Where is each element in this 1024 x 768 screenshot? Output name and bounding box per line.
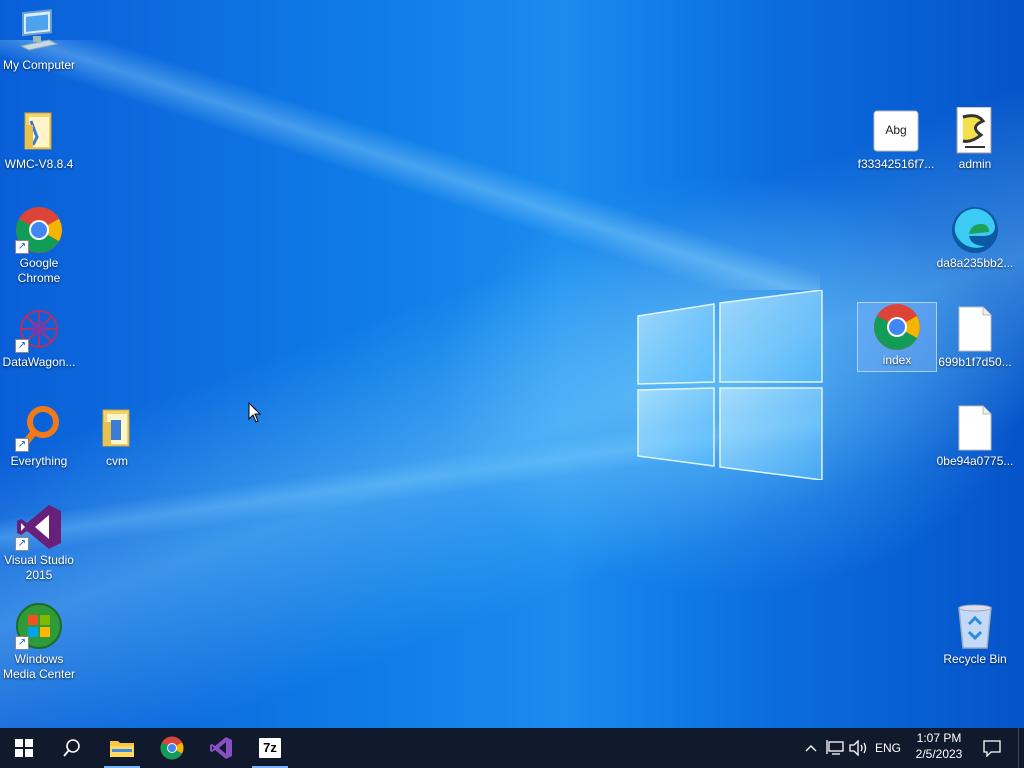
taskbar-visual-studio[interactable] [197, 728, 245, 768]
desktop-icon-file-699b[interactable]: 699b1f7d50... [936, 305, 1014, 370]
desktop-icon-recycle-bin[interactable]: Recycle Bin [936, 602, 1014, 667]
edge-icon [951, 206, 999, 254]
light-beam [0, 40, 820, 290]
search-icon [63, 739, 80, 757]
desktop-icon-windows-media-center[interactable]: ↗ Windows Media Center [0, 602, 78, 682]
blank-file-icon [951, 404, 999, 452]
magnifier-icon: ↗ [15, 404, 63, 452]
font-file-icon: Abg [872, 107, 920, 155]
desktop-icon-edge-file[interactable]: da8a235bb2... [936, 206, 1014, 271]
chrome-icon [160, 736, 184, 760]
icon-label: Windows Media Center [2, 652, 76, 681]
7zip-label: 7z [263, 740, 277, 755]
folder-icon [110, 741, 134, 757]
taskbar: 7z ENG 1:07 PM 2/5/2023 [0, 728, 1024, 768]
desktop-icon-wmc-folder[interactable]: WMC-V8.8.4 [0, 107, 78, 172]
icon-label: Everything [10, 454, 68, 468]
clock-time: 1:07 PM [916, 731, 962, 745]
visual-studio-icon [210, 737, 232, 759]
windows-logo-icon [15, 739, 33, 757]
desktop-icon-admin[interactable]: admin [936, 106, 1014, 172]
blank-file-icon [951, 305, 999, 353]
windows-wallpaper-logo [637, 290, 823, 480]
language-indicator: ENG [874, 741, 901, 755]
script-file-icon [951, 106, 999, 155]
folder-icon [93, 404, 141, 452]
windows-media-center-icon: ↗ [15, 602, 63, 650]
shortcut-arrow-icon: ↗ [15, 339, 29, 353]
desktop-icon-visual-studio[interactable]: ↗ Visual Studio 2015 [0, 503, 78, 583]
network-icon [826, 740, 844, 755]
icon-label: Google Chrome [17, 256, 61, 285]
taskbar-7zip[interactable]: 7z [246, 728, 294, 768]
icon-label: DataWagon... [2, 355, 76, 369]
desktop-icon-my-computer[interactable]: My Computer [0, 8, 78, 73]
clock-date: 2/5/2023 [915, 747, 963, 761]
chrome-icon: ↗ [15, 206, 63, 254]
desktop-icon-cvm-folder[interactable]: cvm [78, 404, 156, 469]
desktop-icon-google-chrome[interactable]: ↗ Google Chrome [0, 206, 78, 286]
search-button[interactable] [48, 728, 96, 768]
speaker-icon [849, 740, 867, 756]
icon-label: index [882, 353, 912, 367]
icon-label: f33342516f7... [857, 157, 935, 171]
desktop-icon-index[interactable]: index [857, 302, 937, 372]
shortcut-arrow-icon: ↗ [15, 240, 29, 254]
desktop-icon-datawagon[interactable]: ↗ DataWagon... [0, 305, 78, 370]
taskbar-file-explorer[interactable] [98, 728, 146, 768]
font-preview-text: Abg [885, 123, 907, 137]
icon-label: WMC-V8.8.4 [4, 157, 74, 171]
icon-label: Visual Studio 2015 [4, 553, 74, 582]
network-button[interactable] [824, 728, 846, 768]
icon-label: 0be94a0775... [936, 454, 1014, 468]
icon-label: 699b1f7d50... [938, 355, 1012, 369]
icon-label: My Computer [2, 58, 76, 72]
folder-icon [15, 107, 63, 155]
shortcut-arrow-icon: ↗ [15, 537, 29, 551]
icon-label: da8a235bb2... [936, 256, 1014, 270]
shortcut-arrow-icon: ↗ [15, 636, 29, 650]
notification-icon [983, 740, 1001, 757]
taskbar-google-chrome[interactable] [148, 728, 196, 768]
mouse-cursor-icon [248, 402, 262, 423]
icon-label: cvm [106, 454, 128, 468]
input-language-button[interactable]: ENG [872, 728, 904, 768]
7zip-icon: 7z [259, 738, 281, 758]
icon-label: Recycle Bin [943, 652, 1007, 666]
start-button[interactable] [0, 728, 48, 768]
volume-button[interactable] [848, 728, 870, 768]
chevron-up-icon [805, 745, 817, 752]
show-desktop-button[interactable] [1018, 728, 1024, 768]
datawagon-icon: ↗ [15, 305, 63, 353]
desktop-icon-file-0be9[interactable]: 0be94a0775... [936, 404, 1014, 469]
clock-button[interactable]: 1:07 PM 2/5/2023 [905, 730, 973, 766]
shortcut-arrow-icon: ↗ [15, 438, 29, 452]
desktop-icon-everything[interactable]: ↗ Everything [0, 404, 78, 469]
recycle-bin-icon [951, 602, 999, 650]
desktop-icon-font-file[interactable]: Abg f33342516f7... [857, 107, 935, 172]
icon-label: admin [958, 157, 992, 171]
action-center-button[interactable] [978, 728, 1006, 768]
monitor-icon [15, 8, 63, 56]
desktop: My Computer WMC-V8.8.4 ↗ Google Chrome ↗… [0, 0, 1024, 728]
chrome-icon [873, 303, 921, 351]
show-hidden-icons-button[interactable] [802, 728, 820, 768]
visual-studio-icon: ↗ [15, 503, 63, 551]
